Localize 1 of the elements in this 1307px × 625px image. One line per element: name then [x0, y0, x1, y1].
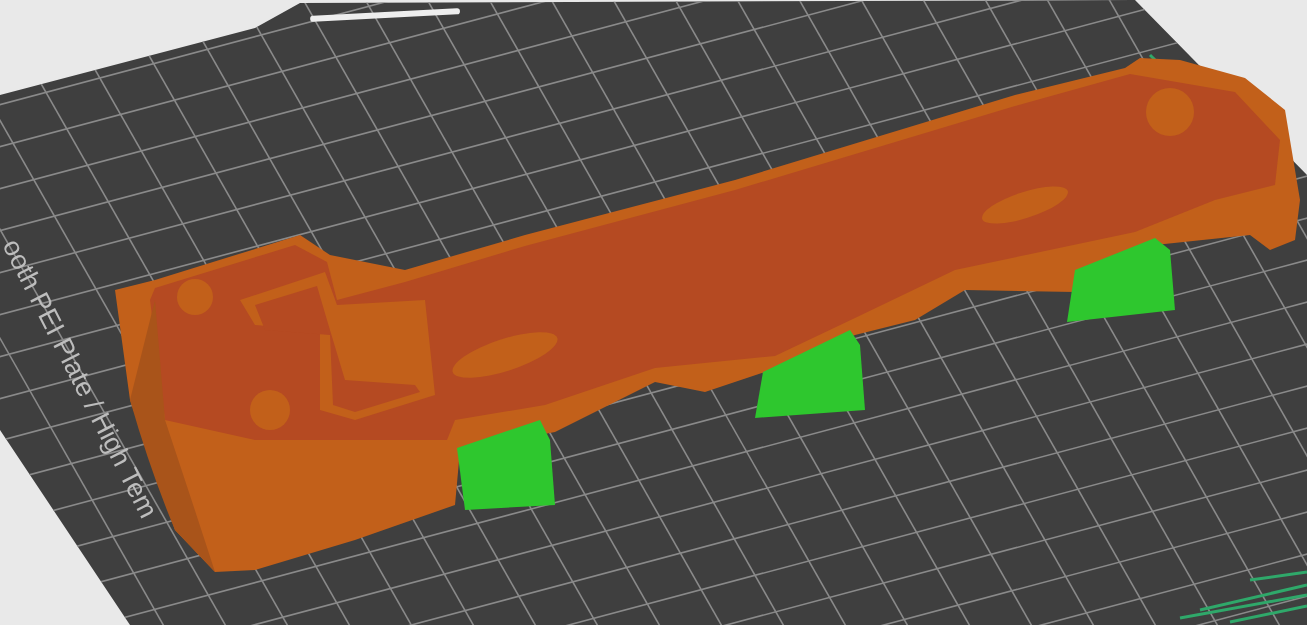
bed-label: ooth PEI Plate / High Tem	[0, 234, 164, 523]
